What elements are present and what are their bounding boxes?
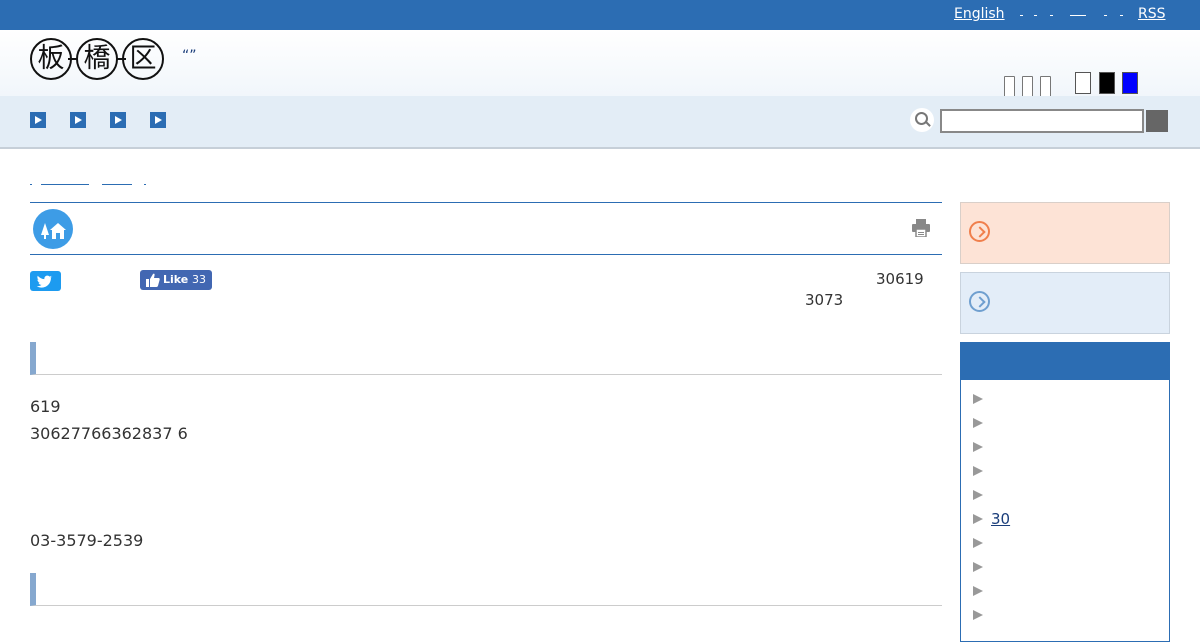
triangle-right-icon	[973, 418, 983, 428]
print-icon[interactable]	[911, 219, 931, 238]
triangle-right-icon	[973, 394, 983, 404]
breadcrumb-link[interactable]	[102, 178, 132, 185]
triangle-right-icon	[973, 466, 983, 476]
contact-phone: 03-3579-2539	[30, 531, 144, 550]
logo-char: 区	[122, 38, 164, 80]
global-nav	[0, 96, 1200, 149]
breadcrumb-link[interactable]	[41, 178, 89, 185]
twitter-bird-icon	[36, 275, 53, 288]
breadcrumb-link-home[interactable]	[30, 178, 32, 185]
triangle-right-icon	[973, 538, 983, 548]
section-heading	[30, 573, 942, 606]
page-title-bar	[30, 202, 942, 255]
logo-char: 板	[30, 38, 72, 80]
article-paragraph: 619	[30, 397, 61, 416]
section-heading	[30, 342, 942, 375]
english-link[interactable]: English	[954, 5, 1005, 23]
triangle-right-icon	[973, 490, 983, 500]
facebook-like-button[interactable]: Like 33	[140, 270, 212, 290]
facebook-like-label: Like	[163, 273, 189, 286]
nav-item-2[interactable]	[70, 112, 86, 128]
color-black-button[interactable]	[1099, 72, 1115, 94]
triangle-right-icon	[973, 514, 983, 524]
thumbs-up-icon	[146, 273, 160, 287]
triangle-right-icon	[973, 586, 983, 596]
sidebar-banner-orange[interactable]	[960, 202, 1170, 264]
nav-item-1[interactable]	[30, 112, 46, 128]
color-white-button[interactable]	[1075, 72, 1091, 94]
published-date: 30619	[876, 270, 924, 288]
sidebar-menu: 30	[960, 342, 1170, 642]
sidebar-banner-blue[interactable]	[960, 272, 1170, 334]
search-icon	[910, 108, 934, 132]
site-logo[interactable]: 板 橋 区	[30, 38, 164, 80]
twitter-share-button[interactable]	[30, 271, 61, 291]
chevron-right-icon	[969, 221, 990, 242]
language-links-placeholder	[1020, 13, 1130, 17]
facebook-like-count: 33	[192, 273, 206, 286]
triangle-right-icon	[973, 610, 983, 620]
site-header: 板 橋 区 “”	[0, 30, 1200, 102]
top-utility-bar: English RSS	[0, 0, 1200, 30]
breadcrumb-current	[144, 178, 146, 185]
housing-category-icon	[33, 209, 73, 249]
sidebar-menu-header	[961, 343, 1169, 380]
search-input[interactable]	[940, 109, 1144, 133]
updated-date: 3073	[805, 291, 844, 309]
rss-link[interactable]: RSS	[1138, 5, 1166, 23]
search-button[interactable]	[1146, 110, 1168, 132]
color-blue-button[interactable]	[1122, 72, 1138, 94]
nav-item-4[interactable]	[150, 112, 166, 128]
article-paragraph: 30627766362837 6	[30, 424, 188, 443]
triangle-right-icon	[973, 442, 983, 452]
site-tagline: “”	[182, 48, 197, 64]
triangle-right-icon	[973, 562, 983, 572]
nav-item-3[interactable]	[110, 112, 126, 128]
logo-char: 橋	[76, 38, 118, 80]
chevron-right-icon	[969, 291, 990, 312]
